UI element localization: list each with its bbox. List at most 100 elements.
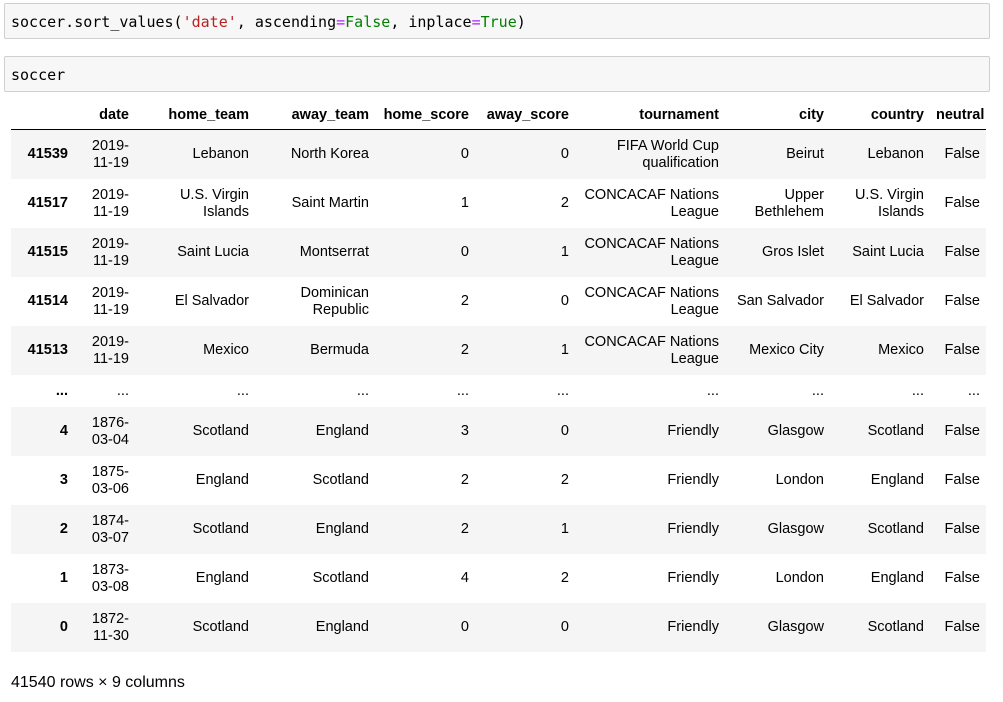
cell-city: San Salvador	[736, 293, 824, 309]
dataframe-shape-text: 41540 rows × 9 columns	[11, 674, 185, 691]
cell-home-score: 1	[460, 195, 469, 211]
row-index: 3	[59, 472, 68, 488]
cell-date: 1875-03-06	[91, 463, 129, 497]
cell-city: Glasgow	[767, 423, 824, 439]
code-true: True	[480, 13, 517, 31]
cell-neutral: False	[944, 472, 980, 488]
cell-away-score: 1	[560, 342, 569, 358]
cell-country: Mexico	[878, 342, 924, 358]
dataframe-table: date home_team away_team home_score away_sco…	[11, 101, 986, 652]
cell-away-score: 2	[560, 472, 569, 488]
cell-home-score: 3	[460, 423, 469, 439]
cell-home-score: 0	[460, 146, 469, 162]
row-index: 41517	[27, 195, 68, 211]
cell-home-team: ...	[135, 375, 255, 407]
cell-date: 1876-03-04	[91, 414, 129, 448]
row-index: 41513	[27, 342, 68, 358]
column-header-away-team: away_team	[255, 101, 375, 130]
table-row: 3 1875-03-06 England Scotland 2 2 Friendly Lond…	[11, 456, 986, 505]
code-soccer: soccer	[11, 66, 66, 84]
column-header-city: city	[725, 101, 830, 130]
cell-home-score: 2	[460, 521, 469, 537]
cell-tournament: CONCACAF Nations League	[584, 186, 719, 220]
cell-home-score: 2	[460, 472, 469, 488]
table-header-row: date home_team away_team home_score away_sco…	[11, 101, 986, 130]
cell-home-score: 4	[460, 570, 469, 586]
cell-tournament: CONCACAF Nations League	[584, 235, 719, 269]
cell-neutral: False	[944, 244, 980, 260]
cell-home-score: 0	[460, 244, 469, 260]
cell-city: ...	[725, 375, 830, 407]
cell-neutral: False	[944, 146, 980, 162]
table-row: 41517 2019-11-19 U.S. Virgin Islands Saint …	[11, 179, 986, 228]
table-row: 41515 2019-11-19 Saint Lucia Montserrat 0 1 CO…	[11, 228, 986, 277]
cell-tournament: CONCACAF Nations League	[584, 284, 719, 318]
cell-date: 1872-11-30	[91, 610, 129, 644]
cell-home-team: Saint Lucia	[177, 244, 249, 260]
column-header-away-score: away_score	[475, 101, 575, 130]
cell-home-team: Scotland	[192, 619, 249, 635]
cell-neutral: ...	[930, 375, 986, 407]
code-cell-display[interactable]: soccer	[4, 56, 990, 92]
cell-tournament: Friendly	[667, 619, 719, 635]
row-index: 0	[59, 619, 68, 635]
cell-neutral: False	[944, 293, 980, 309]
table-ellipsis-row: ..............................	[11, 375, 986, 407]
cell-away-score: 0	[560, 423, 569, 439]
cell-away-team: England	[315, 521, 369, 537]
cell-country: Saint Lucia	[852, 244, 924, 260]
code-comma: ,	[390, 13, 409, 31]
cell-home-team: Scotland	[192, 521, 249, 537]
cell-away-team: Montserrat	[299, 244, 369, 260]
code-prefix: soccer.sort_values(	[11, 13, 183, 31]
cell-city: Glasgow	[767, 619, 824, 635]
cell-date: 1873-03-08	[91, 561, 129, 595]
table-row: 0 1872-11-30 Scotland England 0 0 Friendly Glas…	[11, 603, 986, 652]
cell-date: 2019-11-19	[91, 284, 129, 318]
table-row: 41514 2019-11-19 El Salvador Dominican Repu…	[11, 277, 986, 326]
code-cell-sort[interactable]: soccer.sort_values('date', ascending=Fal…	[4, 3, 990, 39]
row-index: 4	[59, 423, 68, 439]
cell-date: 2019-11-19	[91, 333, 129, 367]
cell-away-team: North Korea	[290, 146, 369, 162]
cell-city: London	[775, 570, 824, 586]
cell-home-score: 2	[460, 342, 469, 358]
cell-away-team: England	[315, 619, 369, 635]
cell-neutral: False	[944, 521, 980, 537]
cell-away-score: ...	[475, 375, 575, 407]
cell-away-team: Dominican Republic	[300, 284, 370, 318]
row-index: ...	[11, 375, 74, 407]
table-row: 41513 2019-11-19 Mexico Bermuda 2 1 CONCACAF N…	[11, 326, 986, 375]
cell-country: Scotland	[867, 423, 924, 439]
cell-away-score: 1	[560, 521, 569, 537]
cell-tournament: Friendly	[667, 472, 719, 488]
cell-country: Lebanon	[867, 146, 924, 162]
cell-away-team: ...	[255, 375, 375, 407]
cell-away-team: Saint Martin	[291, 195, 369, 211]
cell-date: 2019-11-19	[91, 235, 129, 269]
cell-away-team: Scotland	[312, 472, 369, 488]
code-kw-inplace: inplace	[408, 13, 472, 31]
cell-tournament: Friendly	[667, 521, 719, 537]
cell-date: ...	[74, 375, 135, 407]
cell-city: Upper Bethlehem	[754, 186, 824, 220]
cell-home-score: 0	[460, 619, 469, 635]
code-comma: ,	[236, 13, 255, 31]
cell-city: Beirut	[786, 146, 824, 162]
cell-away-score: 1	[560, 244, 569, 260]
cell-country: U.S. Virgin Islands	[854, 186, 924, 220]
cell-neutral: False	[944, 195, 980, 211]
code-false: False	[345, 13, 391, 31]
cell-home-team: Scotland	[192, 423, 249, 439]
cell-country: England	[870, 472, 924, 488]
cell-tournament: CONCACAF Nations League	[584, 333, 719, 367]
cell-home-team: England	[195, 570, 249, 586]
cell-away-team: England	[315, 423, 369, 439]
row-index: 2	[59, 521, 68, 537]
cell-country: El Salvador	[849, 293, 924, 309]
code-equals: =	[336, 13, 346, 31]
cell-away-team: Scotland	[312, 570, 369, 586]
cell-home-team: England	[195, 472, 249, 488]
cell-neutral: False	[944, 342, 980, 358]
cell-away-score: 0	[560, 146, 569, 162]
